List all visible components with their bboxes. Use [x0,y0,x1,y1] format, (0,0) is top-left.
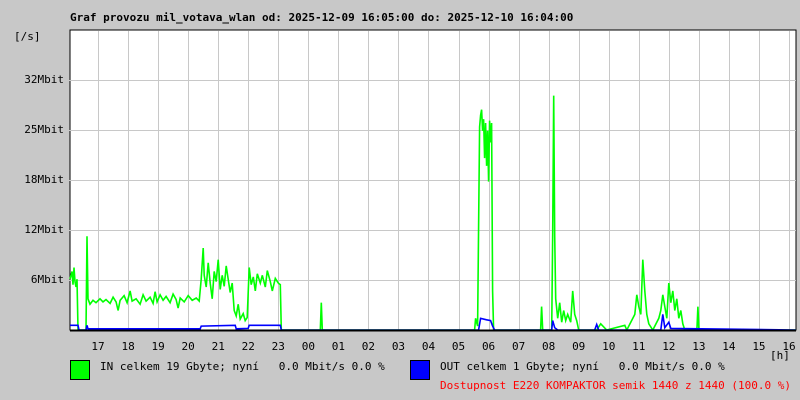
x-tick-label: 07 [511,340,526,353]
y-tick-label: 6Mbit [30,273,64,286]
x-tick-label: 03 [391,340,406,353]
y-tick-label: 25Mbit [24,123,64,136]
x-tick-label: 13 [692,340,706,353]
traffic-graph: Graf provozu mil_votava_wlan od: 2025-12… [0,0,800,400]
x-tick-label: 02 [361,340,376,353]
x-tick-label: 11 [632,340,646,353]
x-tick-label: 09 [572,340,586,353]
availability-text: Dostupnost E220 KOMPAKTOR semik 1440 z 1… [440,379,791,392]
out-legend-text: OUT celkem 1 Gbyte; nyní 0.0 Mbit/s 0.0 … [440,360,725,373]
x-tick-label: 19 [151,340,165,353]
out-legend-swatch [410,360,430,380]
y-tick-label: 32Mbit [24,73,64,86]
x-axis-unit: [h] [770,349,790,362]
y-tick-label: 12Mbit [24,223,64,236]
x-tick-label: 08 [542,340,556,353]
x-tick-label: 12 [662,340,676,353]
x-tick-label: 22 [241,340,255,353]
y-tick-label: 18Mbit [24,173,64,186]
x-tick-label: 14 [722,340,736,353]
x-tick-label: 01 [331,340,345,353]
in-legend-swatch [70,360,90,380]
x-tick-label: 20 [181,340,195,353]
x-tick-label: 23 [271,340,285,353]
x-tick-label: 05 [451,340,466,353]
x-tick-label: 21 [211,340,225,353]
x-tick-label: 00 [301,340,315,353]
x-tick-label: 10 [602,340,616,353]
x-tick-label: 04 [421,340,436,353]
in-legend-text: IN celkem 19 Gbyte; nyní 0.0 Mbit/s 0.0 … [100,360,385,373]
x-tick-label: 18 [121,340,135,353]
x-tick-label: 17 [91,340,105,353]
x-tick-label: 06 [481,340,496,353]
